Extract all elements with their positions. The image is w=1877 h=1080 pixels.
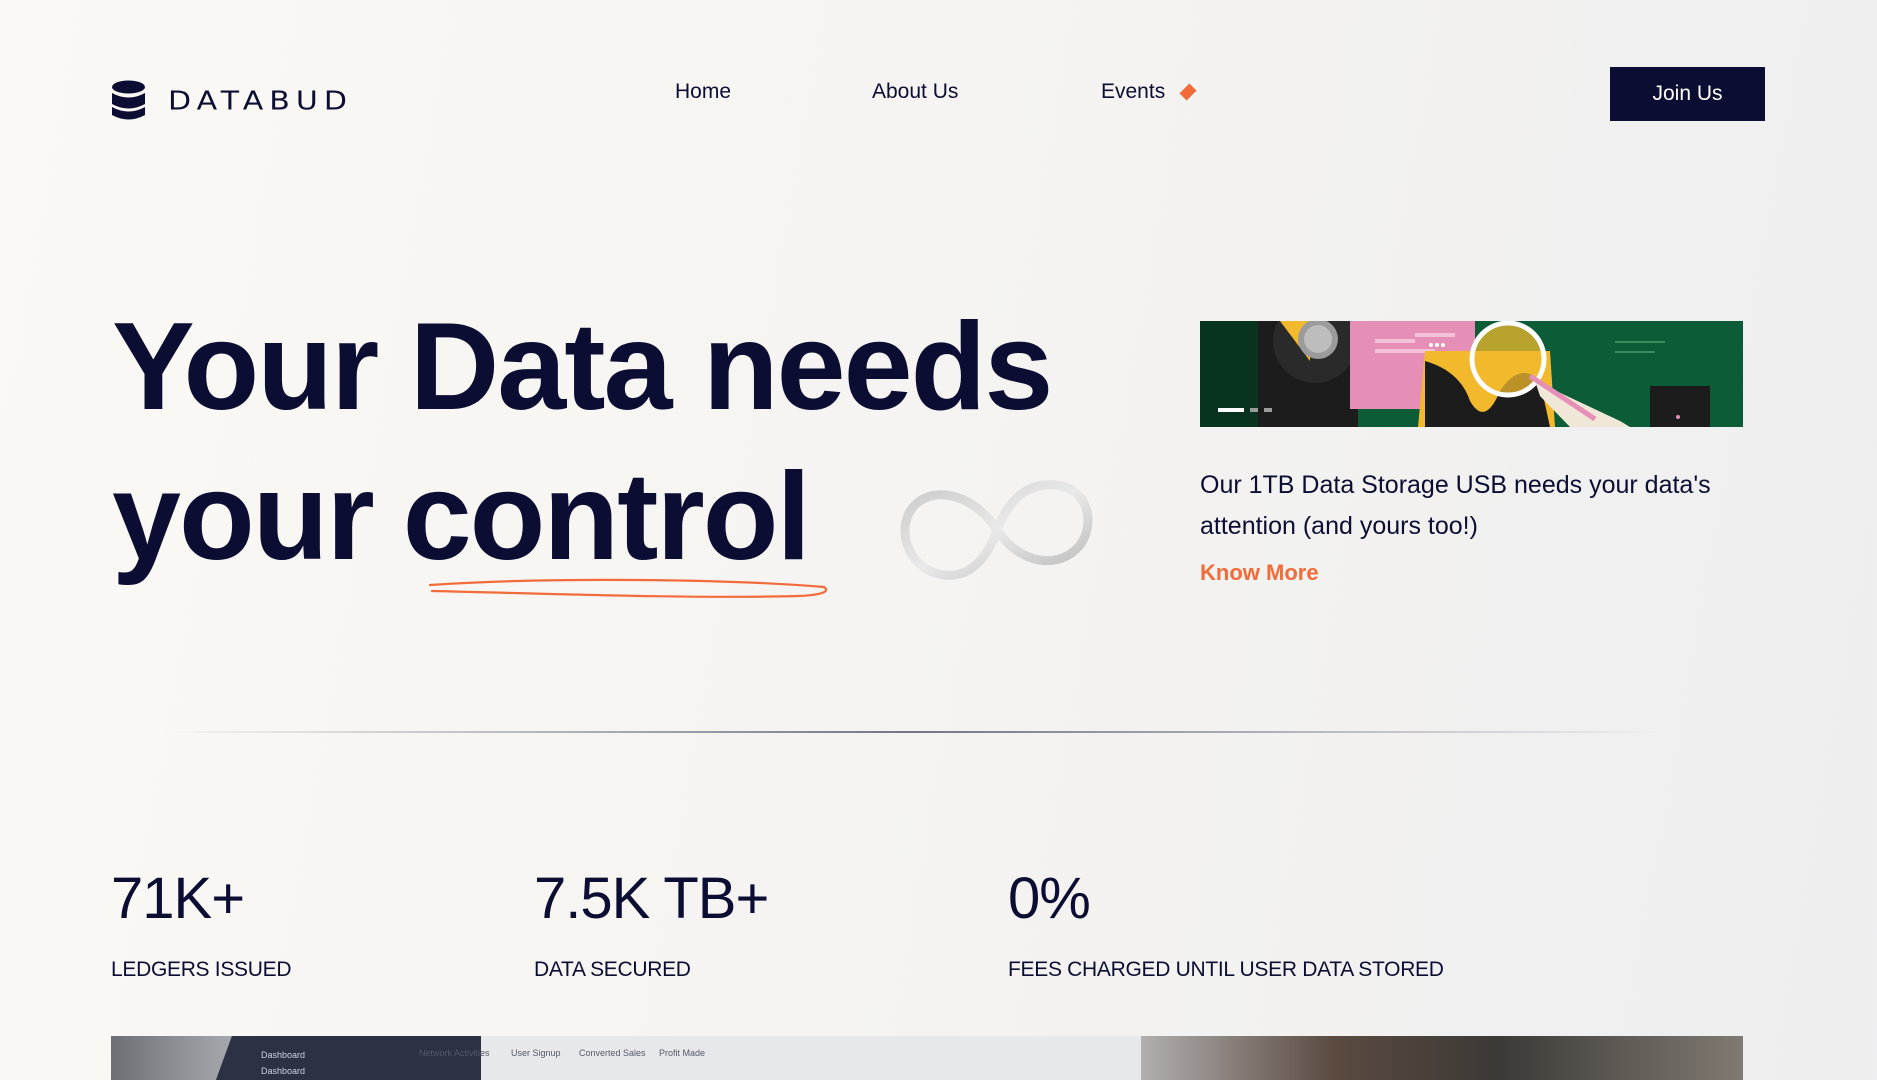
photo-tab: User Signup <box>511 1048 561 1058</box>
nav-events[interactable]: Events <box>1101 80 1197 104</box>
nav-home[interactable]: Home <box>675 80 731 104</box>
hero-headline-line-2: your control <box>112 448 811 586</box>
photo-tab: Converted Sales <box>579 1048 646 1058</box>
join-us-button[interactable]: Join Us <box>1610 67 1765 121</box>
data-illustration-icon <box>1200 321 1743 427</box>
photo-screen-content <box>481 1036 1141 1080</box>
stat-label: FEES CHARGED UNTIL USER DATA STORED <box>1008 958 1444 981</box>
photo-sidebar-item: Dashboard <box>261 1066 306 1076</box>
hero-word-control: control <box>402 448 811 586</box>
promo-illustration <box>1200 321 1743 427</box>
stat-label: LEDGERS ISSUED <box>111 958 292 981</box>
brand-name: DATABUD <box>168 86 353 116</box>
hero-word-your: your <box>112 448 375 586</box>
database-stack-icon <box>112 80 145 120</box>
stat-data-secured: 7.5K TB+ DATA SECURED <box>534 866 769 982</box>
stat-value: 0% <box>1008 866 1091 931</box>
stat-fees: 0% FEES CHARGED UNTIL USER DATA STORED <box>1008 870 1444 982</box>
dashboard-photo: Dashboard Dashboard Network Activities U… <box>111 1036 1743 1080</box>
stat-value: 71K+ <box>111 866 245 931</box>
brand-logo[interactable]: DATABUD <box>111 80 353 122</box>
stat-ledgers: 71K+ LEDGERS ISSUED <box>111 870 291 982</box>
diamond-icon <box>1179 83 1197 101</box>
scribble-underline-icon <box>428 578 828 598</box>
hero-headline-line-1: Your Data needs <box>112 298 1053 436</box>
promo-description: Our 1TB Data Storage USB needs your data… <box>1200 471 1711 540</box>
nav-events-label: Events <box>1101 80 1166 103</box>
know-more-link[interactable]: Know More <box>1200 560 1319 586</box>
section-divider <box>160 731 1660 733</box>
stat-value: 7.5K TB+ <box>534 866 769 931</box>
photo-sidebar-item: Dashboard <box>261 1050 306 1060</box>
infinity-icon <box>900 480 1093 580</box>
nav-about-us[interactable]: About Us <box>872 80 958 104</box>
photo-tab: Network Activities <box>419 1048 490 1058</box>
stat-label: DATA SECURED <box>534 958 691 981</box>
photo-tab: Profit Made <box>659 1048 706 1058</box>
